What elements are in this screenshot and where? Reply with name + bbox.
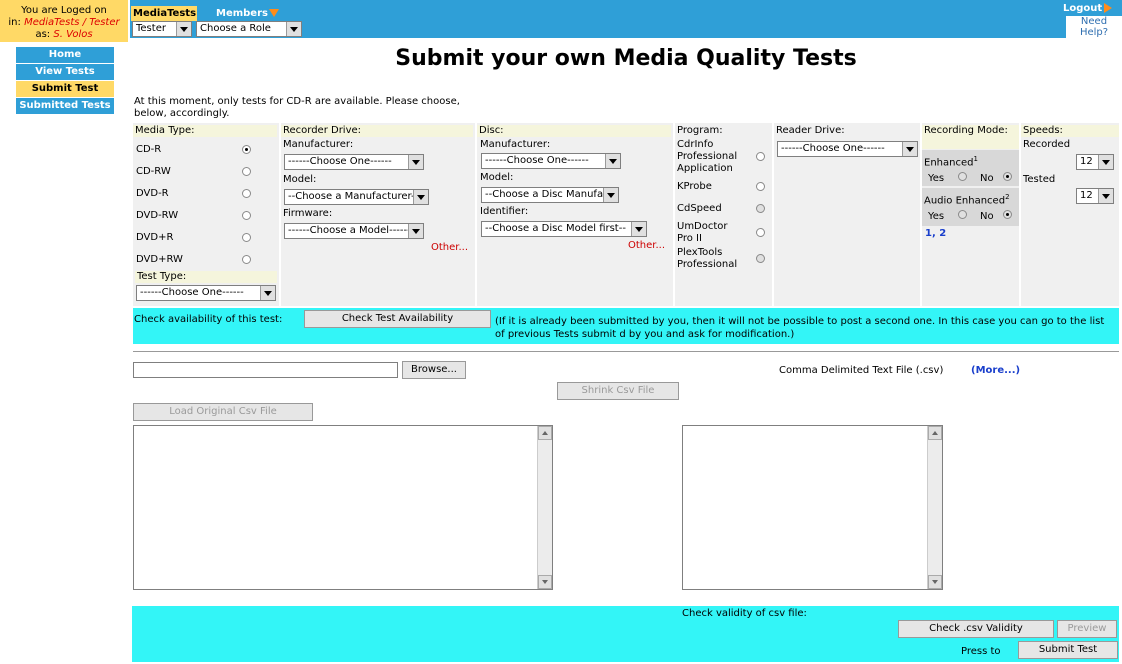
disc-manufacturer-select[interactable]: ------Choose One------ xyxy=(481,153,621,169)
members-dropdown-icon xyxy=(268,9,279,17)
login-user: S. Volos xyxy=(53,29,93,40)
preview-button[interactable]: Preview xyxy=(1057,620,1117,638)
check-csv-validity-button[interactable]: Check .csv Validity xyxy=(898,620,1054,638)
sidebar: Home View Tests Submit Test Submitted Te… xyxy=(16,47,114,115)
recorder-manufacturer-select[interactable]: ------Choose One------ xyxy=(284,154,424,170)
recorder-label: Recorder Drive: xyxy=(281,125,473,137)
disc-label: Disc: xyxy=(477,125,671,137)
sidebar-item-view-tests[interactable]: View Tests xyxy=(16,64,114,81)
tested-speed-select[interactable]: 12 xyxy=(1076,188,1114,204)
page-title: Submit your own Media Quality Tests xyxy=(395,46,857,71)
logout-arrow-icon xyxy=(1104,3,1113,13)
speeds-label: Speeds: xyxy=(1021,125,1119,137)
recorded-speed-select[interactable]: 12 xyxy=(1076,154,1114,170)
csv-label: Comma Delimited Text File (.csv) xyxy=(779,365,944,376)
intro-text: At this moment, only tests for CD-R are … xyxy=(134,96,460,119)
recorder-other-link[interactable]: Other... xyxy=(431,242,468,253)
original-csv-textarea[interactable] xyxy=(133,425,553,590)
role-select[interactable]: Choose a Role xyxy=(196,21,302,37)
enhanced-no-radio[interactable] xyxy=(1003,172,1012,181)
program-radio-plextools[interactable] xyxy=(756,254,765,263)
reader-label: Reader Drive: xyxy=(776,125,845,136)
media-radio-dvdr[interactable] xyxy=(242,189,251,198)
login-path: MediaTests / Tester xyxy=(24,17,120,28)
file-path-input[interactable] xyxy=(133,362,398,378)
media-radio-cdrw[interactable] xyxy=(242,167,251,176)
scrollbar[interactable] xyxy=(927,426,942,589)
shrink-csv-button[interactable]: Shrink Csv File xyxy=(557,382,679,400)
submit-test-button[interactable]: Submit Test xyxy=(1018,641,1118,659)
disc-model-select[interactable]: --Choose a Disc Manufacturer-- xyxy=(481,187,619,203)
recording-notes-link[interactable]: 1, 2 xyxy=(925,228,946,240)
scrollbar[interactable] xyxy=(537,426,552,589)
media-option-label: CD-R xyxy=(136,144,162,155)
tab-mediatests[interactable]: MediaTests xyxy=(131,6,197,21)
enhanced-yes-radio[interactable] xyxy=(958,172,967,181)
test-type-label: Test Type: xyxy=(135,271,277,283)
tester-select[interactable]: Tester xyxy=(132,21,192,37)
availability-note: (If it is already been submitted by you,… xyxy=(495,316,1105,340)
audio-yes-radio[interactable] xyxy=(958,210,967,219)
media-radio-dvdrw[interactable] xyxy=(242,211,251,220)
press-to-label: Press to xyxy=(961,646,1001,657)
reader-select[interactable]: ------Choose One------ xyxy=(777,141,918,157)
logout-link[interactable]: Logout xyxy=(1063,3,1113,14)
audio-no-radio[interactable] xyxy=(1003,210,1012,219)
sidebar-item-submitted-tests[interactable]: Submitted Tests xyxy=(16,98,114,115)
disc-other-link[interactable]: Other... xyxy=(628,240,665,251)
test-type-select[interactable]: ------Choose One------ xyxy=(136,285,276,301)
more-link[interactable]: (More...) xyxy=(971,365,1020,377)
media-radio-dvdplusr[interactable] xyxy=(242,233,251,242)
browse-button[interactable]: Browse... xyxy=(402,361,466,379)
media-radio-dvdplusrw[interactable] xyxy=(242,255,251,264)
check-test-availability-button[interactable]: Check Test Availability xyxy=(304,310,491,328)
divider xyxy=(133,351,1119,352)
shrunk-csv-textarea[interactable] xyxy=(682,425,943,590)
program-radio-cdspeed[interactable] xyxy=(756,204,765,213)
program-label: Program: xyxy=(677,125,723,136)
recorder-firmware-select[interactable]: ------Choose a Model------ xyxy=(284,223,424,239)
sidebar-item-submit-test[interactable]: Submit Test xyxy=(16,81,114,98)
program-radio-kprobe[interactable] xyxy=(756,182,765,191)
media-type-label: Media Type: xyxy=(133,125,277,137)
recording-mode-label: Recording Mode: xyxy=(922,125,1019,149)
sidebar-item-home[interactable]: Home xyxy=(16,47,114,64)
program-radio-umdoctor[interactable] xyxy=(756,228,765,237)
program-radio-cdrinfo[interactable] xyxy=(756,152,765,161)
login-line1: You are Loged on xyxy=(21,5,107,16)
validity-label: Check validity of csv file: xyxy=(682,608,807,619)
load-original-csv-button[interactable]: Load Original Csv File xyxy=(133,403,313,421)
tab-members[interactable]: Members xyxy=(216,6,279,21)
disc-identifier-select[interactable]: --Choose a Disc Model first-- xyxy=(481,221,647,237)
login-info: You are Loged on in: MediaTests / Tester… xyxy=(0,0,128,42)
need-help-link[interactable]: Need Help? xyxy=(1066,16,1122,40)
recorder-model-select[interactable]: --Choose a Manufacturer-- xyxy=(284,189,429,205)
media-radio-cdr[interactable] xyxy=(242,145,251,154)
